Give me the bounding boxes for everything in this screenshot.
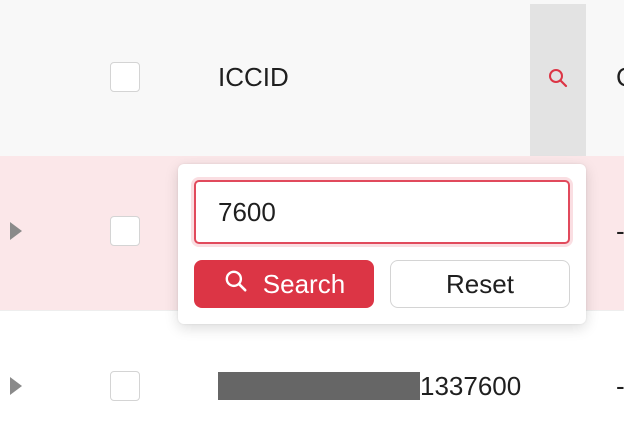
- iccid-cell: 1337600: [218, 371, 521, 402]
- caret-right-icon[interactable]: [10, 222, 22, 240]
- column-header-next: C: [616, 62, 624, 93]
- column-filter-button[interactable]: [530, 4, 586, 156]
- search-button-label: Search: [262, 268, 346, 299]
- iccid-value-suffix: 1337600: [420, 371, 522, 401]
- row-checkbox[interactable]: [110, 371, 140, 401]
- filter-dropdown: Search Reset: [178, 164, 586, 324]
- search-icon: [223, 268, 249, 301]
- row-next-cell: -: [616, 371, 624, 401]
- search-button[interactable]: Search: [194, 260, 374, 308]
- select-all-checkbox[interactable]: [110, 62, 140, 92]
- filter-search-input[interactable]: [194, 180, 570, 244]
- caret-right-icon[interactable]: [10, 377, 22, 395]
- row-checkbox[interactable]: [110, 216, 140, 246]
- data-table: ICCID C - 1337600 -: [0, 0, 624, 434]
- table-header-row: ICCID C: [0, 0, 624, 157]
- reset-button[interactable]: Reset: [390, 260, 570, 308]
- row-next-cell: -: [616, 216, 624, 246]
- table-row[interactable]: 1337600 -: [0, 310, 624, 434]
- redacted-text: [218, 372, 420, 400]
- reset-button-label: Reset: [446, 268, 514, 299]
- search-icon: [546, 66, 570, 95]
- column-header-iccid: ICCID: [218, 62, 289, 92]
